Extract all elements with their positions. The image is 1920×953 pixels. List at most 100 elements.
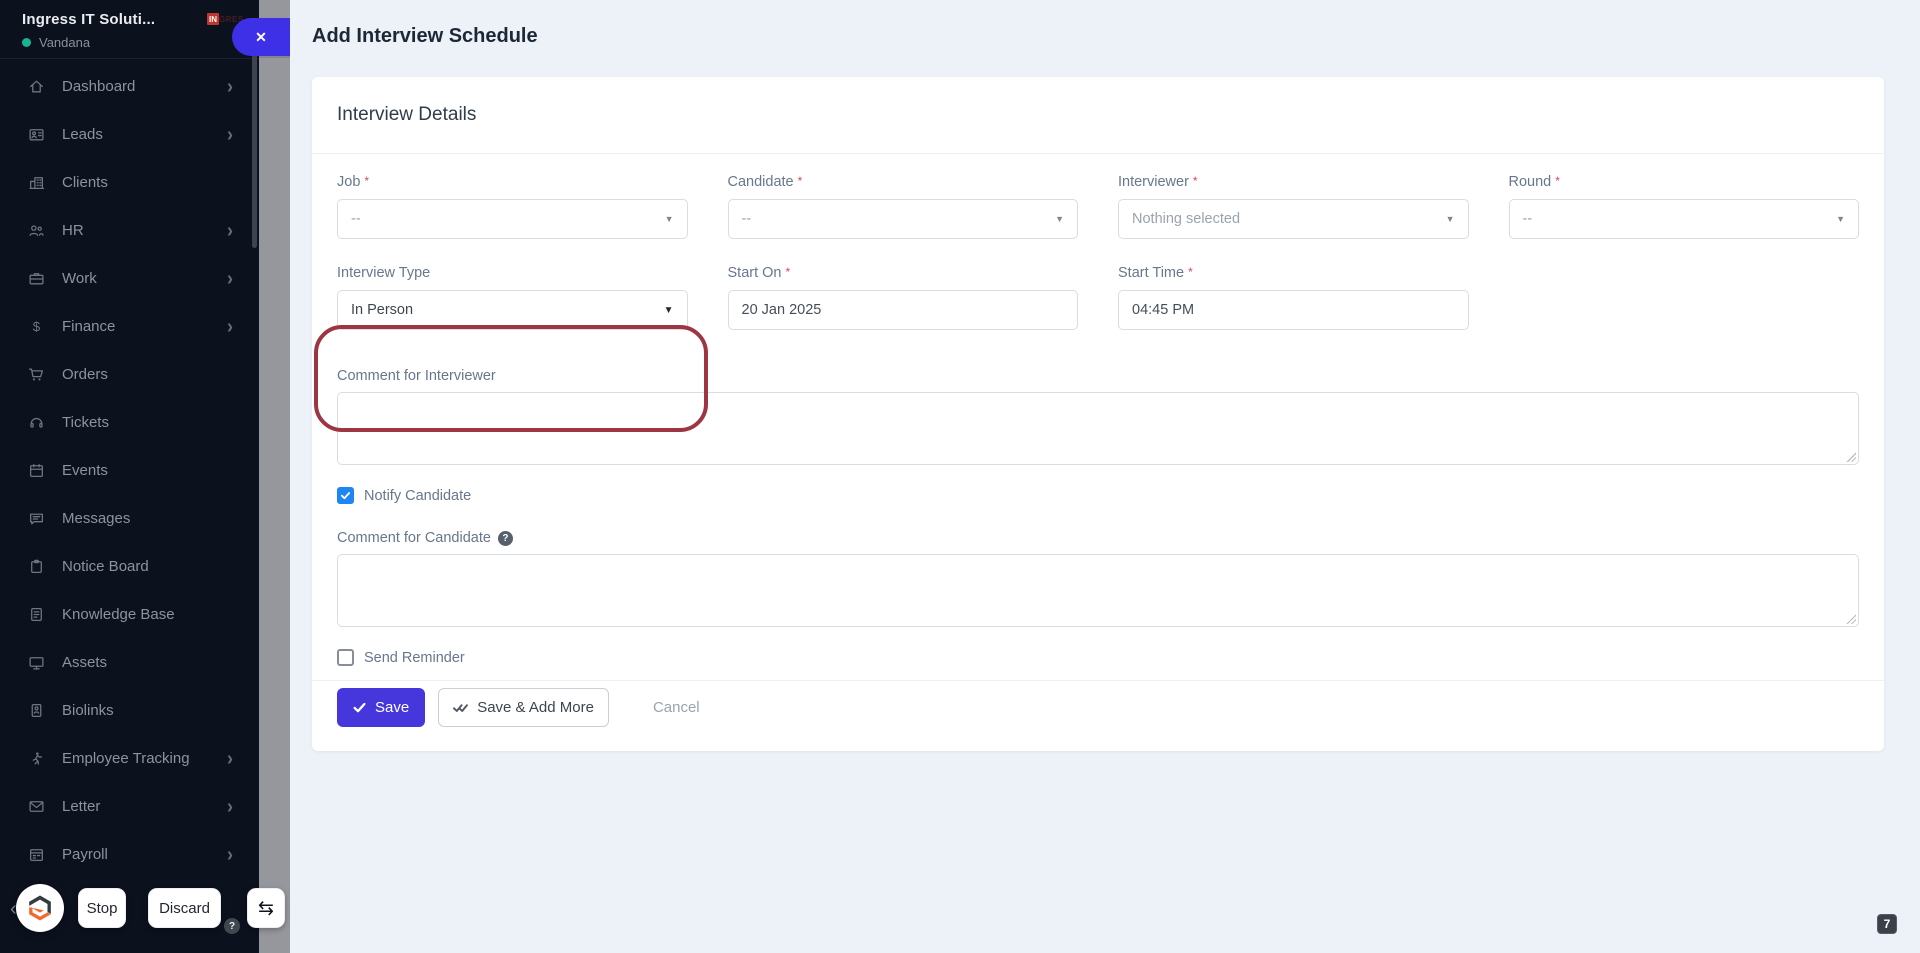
notify-candidate-checkbox[interactable] <box>337 487 354 504</box>
user-name: Vandana <box>39 35 91 50</box>
knowledge-base-icon <box>27 605 45 623</box>
chevron-down-icon: ▼ <box>1055 214 1064 224</box>
notify-candidate-label: Notify Candidate <box>364 487 472 504</box>
save-add-more-button[interactable]: Save & Add More <box>438 688 609 727</box>
leads-icon <box>27 125 45 143</box>
comment-candidate-label: Comment for Candidate <box>337 530 491 546</box>
sidebar-item-biolinks[interactable]: Biolinks <box>0 686 259 734</box>
interview-details-card: Interview Details Job * -- ▼ Candidate * -… <box>312 77 1884 751</box>
sidebar-item-letter[interactable]: Letter › <box>0 782 259 830</box>
save-button-label: Save <box>375 699 410 716</box>
sidebar-item-label: Tickets <box>62 413 109 431</box>
sidebar-item-label: Events <box>62 461 108 479</box>
main-content: Add Interview Schedule Interview Details… <box>290 0 1920 953</box>
sidebar-item-assets[interactable]: Assets <box>0 638 259 686</box>
employee-tracking-icon <box>27 749 45 767</box>
finance-icon: $ <box>27 317 45 335</box>
sidebar-item-finance[interactable]: $ Finance › <box>0 302 259 350</box>
start-time-field-wrap <box>1118 290 1469 330</box>
start-on-input[interactable] <box>741 302 1064 318</box>
sidebar-item-label: Leads <box>62 125 103 143</box>
stop-button[interactable]: Stop <box>78 888 126 928</box>
sidebar-item-employee-tracking[interactable]: Employee Tracking › <box>0 734 259 782</box>
sidebar-item-leads[interactable]: Leads › <box>0 110 259 158</box>
start-time-input[interactable] <box>1132 302 1455 318</box>
interview-type-field-group: Interview Type In Person ▼ <box>337 265 688 330</box>
page-title: Add Interview Schedule <box>312 25 538 47</box>
swap-arrows-button[interactable]: ⇆ <box>247 888 285 928</box>
check-icon <box>353 702 366 713</box>
messages-icon <box>27 509 45 527</box>
close-panel-button[interactable]: ✕ <box>232 18 290 56</box>
chevron-right-icon: › <box>227 794 233 818</box>
sidebar-item-label: HR <box>62 221 84 239</box>
save-add-more-label: Save & Add More <box>477 699 594 716</box>
sidebar-item-work[interactable]: Work › <box>0 254 259 302</box>
round-label: Round <box>1508 174 1552 190</box>
cancel-button[interactable]: Cancel <box>647 698 706 717</box>
comment-interviewer-textarea[interactable] <box>337 392 1859 465</box>
send-reminder-label: Send Reminder <box>364 649 465 666</box>
clients-icon <box>27 173 45 191</box>
home-icon <box>27 77 45 95</box>
job-select[interactable]: -- ▼ <box>337 199 688 239</box>
candidate-select[interactable]: -- ▼ <box>727 199 1078 239</box>
sidebar-item-label: Work <box>62 269 97 287</box>
assistant-logo-bubble[interactable] <box>16 884 64 932</box>
chevron-right-icon: › <box>227 842 233 866</box>
sidebar-item-label: Orders <box>62 365 108 383</box>
chevron-right-icon: › <box>227 74 233 98</box>
chevron-down-icon: ▼ <box>664 214 674 224</box>
start-time-field-group: Start Time * <box>1118 265 1469 330</box>
sidebar-item-messages[interactable]: Messages <box>0 494 259 542</box>
help-bubble-icon[interactable]: ? <box>224 918 240 934</box>
sidebar-item-label: Payroll <box>62 845 108 863</box>
job-label: Job <box>337 174 361 190</box>
sidebar-item-label: Biolinks <box>62 701 114 719</box>
sidebar-item-knowledge-base[interactable]: Knowledge Base <box>0 590 259 638</box>
sidebar-nav: Dashboard › Leads › Clients HR › Work › … <box>0 59 259 878</box>
required-marker: * <box>1555 174 1560 188</box>
sidebar-item-payroll[interactable]: Payroll › <box>0 830 259 878</box>
interview-type-select[interactable]: In Person ▼ <box>337 290 688 330</box>
required-marker: * <box>1188 265 1193 279</box>
interviewer-select-value: Nothing selected <box>1132 211 1241 227</box>
help-icon[interactable]: ? <box>497 530 513 546</box>
interview-type-value: In Person <box>351 302 414 318</box>
assets-icon <box>27 653 45 671</box>
check-icon <box>340 492 351 500</box>
swap-icon: ⇆ <box>258 897 274 919</box>
candidate-label: Candidate <box>727 174 794 190</box>
job-select-value: -- <box>351 211 361 227</box>
chevron-right-icon: › <box>227 314 233 338</box>
discard-button[interactable]: Discard <box>148 888 221 928</box>
interviewer-select[interactable]: Nothing selected ▼ <box>1118 199 1469 239</box>
required-marker: * <box>785 265 791 279</box>
sidebar-item-events[interactable]: Events <box>0 446 259 494</box>
double-check-icon <box>453 703 469 712</box>
save-button[interactable]: Save <box>337 688 426 727</box>
round-field-group: Round * -- ▼ <box>1508 174 1859 239</box>
sidebar-item-label: Finance <box>62 317 116 335</box>
round-select[interactable]: -- ▼ <box>1508 199 1859 239</box>
sidebar-item-hr[interactable]: HR › <box>0 206 259 254</box>
job-field-group: Job * -- ▼ <box>337 174 688 239</box>
send-reminder-checkbox[interactable] <box>337 649 354 666</box>
comment-candidate-textarea[interactable] <box>337 554 1859 627</box>
biolinks-icon <box>27 701 45 719</box>
sidebar-item-notice-board[interactable]: Notice Board <box>0 542 259 590</box>
hr-icon <box>27 221 45 239</box>
sidebar-item-orders[interactable]: Orders <box>0 350 259 398</box>
sidebar-item-dashboard[interactable]: Dashboard › <box>0 62 259 110</box>
start-time-label: Start Time <box>1118 265 1185 281</box>
sidebar-scrollbar[interactable] <box>252 37 257 248</box>
candidate-select-value: -- <box>741 211 752 227</box>
sidebar-item-tickets[interactable]: Tickets <box>0 398 259 446</box>
sidebar-item-clients[interactable]: Clients <box>0 158 259 206</box>
sidebar-item-label: Assets <box>62 653 108 671</box>
chevron-down-icon: ▼ <box>1836 214 1845 224</box>
work-icon <box>27 269 45 287</box>
chevron-right-icon: › <box>227 122 233 146</box>
chevron-right-icon: › <box>227 746 233 770</box>
online-status-dot <box>22 38 31 47</box>
